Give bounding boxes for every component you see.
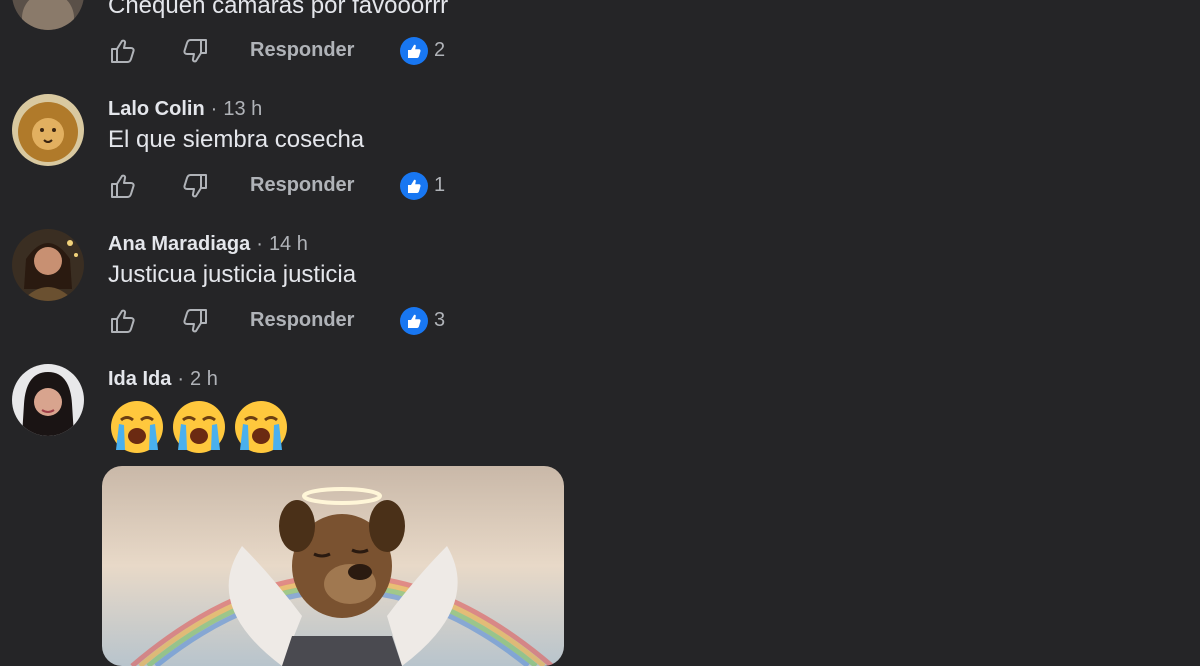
thumbs-down-icon[interactable] [180,171,210,201]
reaction-count: 3 [434,309,446,331]
comment-meta: Ida Ida · 2 h [108,368,218,391]
author-name[interactable]: Lalo Colin [108,98,205,120]
comment-text: El que siembra cosecha [108,126,365,153]
avatar[interactable] [12,94,84,166]
loudly-crying-face-icon [108,398,166,456]
timestamp[interactable]: 13 h [223,98,262,120]
avatar[interactable] [12,0,84,30]
comment-text: Justicua justicia justicia [108,261,357,288]
comment-text: Chequen cámaras por favooorrr [108,0,449,19]
comment-actions: Responder 3 [108,306,508,336]
reply-button[interactable]: Responder [250,174,354,197]
comment-actions: Responder 1 [108,171,508,201]
separator: · [177,368,185,390]
like-reaction-icon [400,307,428,335]
reaction-count: 1 [434,174,446,196]
thumbs-up-icon[interactable] [108,36,138,66]
comment-meta: Lalo Colin · 13 h [108,98,262,121]
thumbs-down-icon[interactable] [180,306,210,336]
comment-item: Chequen cámaras por favooorrr Responder … [0,0,1200,80]
avatar[interactable] [12,364,84,436]
comment-photo[interactable] [102,466,564,666]
separator: · [256,233,263,255]
loudly-crying-face-icon [170,398,228,456]
thumbs-up-icon[interactable] [108,306,138,336]
author-name[interactable]: Ida Ida [108,368,171,390]
like-reaction-icon [400,172,428,200]
comment-meta: Ana Maradiaga · 14 h [108,233,308,256]
timestamp[interactable]: 14 h [269,233,308,255]
comment-item: Ana Maradiaga · 14 h Justicua justicia jus… [0,229,1200,349]
reaction-count: 2 [434,39,446,61]
separator: · [210,98,218,120]
reply-button[interactable]: Responder [250,309,354,332]
reply-button[interactable]: Responder [250,39,354,62]
author-name[interactable]: Ana Maradiaga [108,233,250,255]
thumbs-up-icon[interactable] [108,171,138,201]
loudly-crying-face-icon [232,398,290,456]
avatar[interactable] [12,229,84,301]
comment-item: Lalo Colin · 13 h El que siembra cosecha R… [0,94,1200,214]
like-reaction-icon [400,37,428,65]
comment-actions: Responder 2 [108,36,508,66]
thumbs-down-icon[interactable] [180,36,210,66]
timestamp[interactable]: 2 h [190,368,218,390]
